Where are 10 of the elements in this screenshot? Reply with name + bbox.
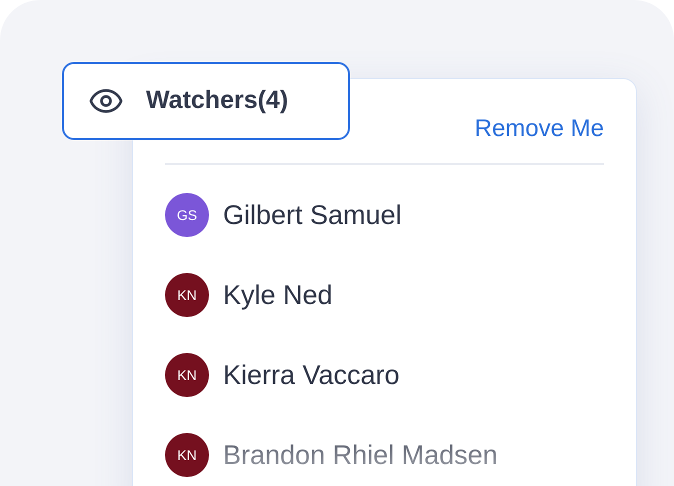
watcher-name: Kyle Ned (223, 278, 333, 312)
watcher-name: Brandon Rhiel Madsen (223, 438, 498, 472)
avatar: KN (165, 353, 209, 397)
avatar: KN (165, 433, 209, 477)
avatar: GS (165, 193, 209, 237)
avatar: KN (165, 273, 209, 317)
watcher-name: Kierra Vaccaro (223, 358, 400, 392)
watchers-button[interactable]: Watchers(4) (62, 62, 350, 140)
watcher-name: Gilbert Samuel (223, 198, 402, 232)
remove-me-link[interactable]: Remove Me (474, 115, 604, 143)
